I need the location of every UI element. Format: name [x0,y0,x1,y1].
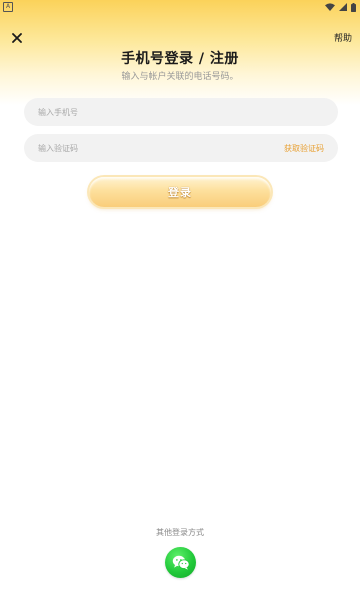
verification-code-field: 获取验证码 [24,134,338,162]
login-screen: A 帮助 手机号登录 / 注册 输入与帐户关联的电话号码。 获取验证码 [0,0,360,600]
login-button-label: 登录 [168,186,192,199]
close-button[interactable] [8,29,26,47]
phone-field [24,98,338,126]
wechat-icon [172,555,190,570]
battery-icon [351,2,356,12]
page-title: 手机号登录 / 注册 [121,51,239,67]
page-subtitle: 输入与帐户关联的电话号码。 [121,72,239,82]
verification-code-input[interactable] [38,134,284,162]
wechat-login-button[interactable] [165,547,196,578]
login-button[interactable]: 登录 [89,177,271,207]
app-notification-icon: A [3,2,13,12]
status-indicators [325,2,356,12]
help-link[interactable]: 帮助 [334,31,352,44]
phone-input[interactable] [38,98,324,126]
other-login-title: 其他登录方式 [156,528,204,537]
wifi-icon [325,3,335,11]
get-code-button[interactable]: 获取验证码 [284,143,324,154]
status-bar: A [0,0,360,14]
close-icon [12,33,22,43]
signal-icon [339,3,347,11]
